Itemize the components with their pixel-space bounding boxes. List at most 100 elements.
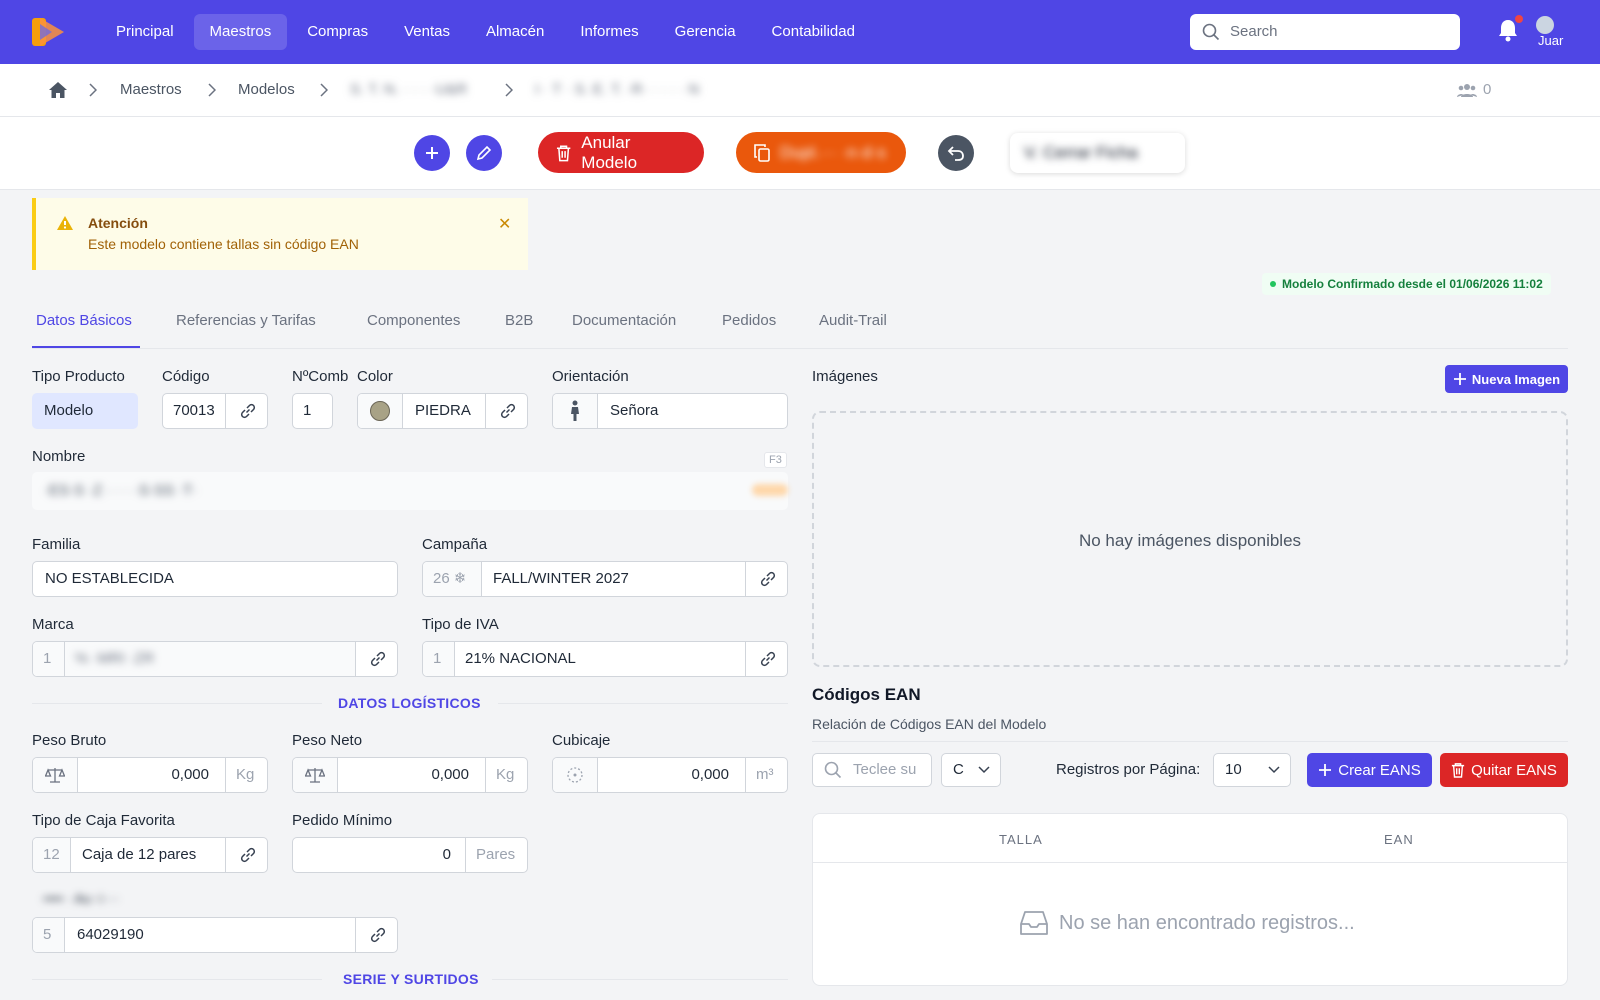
- tab-b2b[interactable]: B2B: [505, 312, 533, 329]
- trash-icon: [556, 145, 571, 161]
- chevron-right-icon: [89, 83, 97, 97]
- main-nav: Principal Maestros Compras Ventas Almacé…: [100, 14, 871, 50]
- pedido-minimo-input[interactable]: 0: [293, 838, 461, 872]
- marca-code: 1: [33, 642, 65, 676]
- link-icon: [500, 403, 515, 419]
- iva-code: 1: [423, 642, 455, 676]
- arancel-link-button[interactable]: [355, 918, 397, 952]
- marca-input[interactable]: % ·MRI ·ZR: [65, 642, 355, 676]
- nav-almacen[interactable]: Almacén: [470, 14, 560, 50]
- nav-compras[interactable]: Compras: [291, 14, 384, 50]
- link-icon: [370, 927, 385, 943]
- table-header-divider: [813, 862, 1567, 863]
- tipo-producto-select[interactable]: Modelo: [32, 393, 138, 429]
- per-page-select[interactable]: 10: [1213, 753, 1291, 787]
- add-button[interactable]: [414, 135, 450, 171]
- tab-datos-basicos[interactable]: Datos Básicos: [36, 312, 132, 329]
- color-swatch-button[interactable]: [358, 394, 403, 428]
- cubicaje-input[interactable]: 0,000: [599, 758, 739, 792]
- empty-state: No se han encontrado registros...: [1019, 910, 1355, 936]
- familia-label: Familia: [32, 536, 81, 553]
- datos-logisticos-heading: DATOS LOGÍSTICOS: [338, 695, 481, 711]
- breadcrumb-maestros[interactable]: Maestros: [120, 81, 182, 98]
- tab-documentacion[interactable]: Documentación: [572, 312, 676, 329]
- close-icon[interactable]: ✕: [498, 214, 511, 234]
- peso-bruto-input[interactable]: 0,000: [79, 758, 219, 792]
- codigo-link-button[interactable]: [225, 394, 267, 428]
- nueva-imagen-label: Nueva Imagen: [1471, 371, 1561, 387]
- ean-search-placeholder: Teclee su: [853, 761, 917, 778]
- orientacion-icon-cell: [553, 394, 598, 428]
- iva-input[interactable]: 21% NACIONAL: [455, 642, 586, 676]
- global-search-input[interactable]: Search: [1190, 14, 1460, 50]
- column-header-talla[interactable]: TALLA: [999, 832, 1043, 847]
- peso-bruto-unit: Kg: [225, 758, 267, 792]
- nav-ventas[interactable]: Ventas: [388, 14, 466, 50]
- extra-action-button[interactable]: V. Cerrar Ficha: [1010, 133, 1185, 173]
- iva-link-button[interactable]: [745, 642, 787, 676]
- breadcrumb-modelos[interactable]: Modelos: [238, 81, 295, 98]
- duplicate-button[interactable]: Dupl.··· ·n·d·s: [736, 132, 906, 173]
- section-divider: [498, 703, 788, 704]
- ean-warning-alert: Atención Este modelo contiene tallas sin…: [32, 198, 528, 270]
- nueva-imagen-button[interactable]: Nueva Imagen: [1445, 365, 1568, 393]
- tab-componentes[interactable]: Componentes: [367, 312, 460, 329]
- image-dropzone[interactable]: No hay imágenes disponibles: [812, 411, 1568, 667]
- orientacion-label: Orientación: [552, 368, 629, 385]
- scale-icon: [305, 768, 325, 783]
- woman-icon: [571, 400, 579, 421]
- nombre-input[interactable]: ·ES·S ·Z · · · ·S·SS ·T·: [32, 472, 788, 510]
- tab-pedidos[interactable]: Pedidos: [722, 312, 776, 329]
- anular-modelo-button[interactable]: Anular Modelo: [538, 132, 704, 173]
- section-divider: [812, 741, 1568, 742]
- avatar-alt-text: Juar: [1538, 33, 1564, 48]
- tab-audit-trail[interactable]: Audit-Trail: [819, 312, 887, 329]
- color-swatch: [370, 401, 390, 421]
- nav-maestros[interactable]: Maestros: [193, 14, 288, 50]
- nav-informes[interactable]: Informes: [564, 14, 654, 50]
- crear-eans-button[interactable]: Crear EANS: [1307, 753, 1432, 787]
- quitar-eans-button[interactable]: Quitar EANS: [1440, 753, 1568, 787]
- active-tab-indicator: [32, 346, 140, 348]
- breadcrumb-modelo-grupo[interactable]: S. T. N. · · · ·U&R: [350, 81, 467, 98]
- search-icon: [824, 761, 842, 779]
- online-users-count: 0: [1483, 81, 1492, 98]
- codigo-field: 70013: [162, 393, 268, 429]
- user-avatar[interactable]: Juar: [1532, 14, 1570, 50]
- nav-contabilidad[interactable]: Contabilidad: [756, 14, 871, 50]
- pedido-minimo-field: 0 Pares: [292, 837, 528, 873]
- duplicate-label: Dupl.··· ·n·d·s: [780, 142, 886, 162]
- back-button[interactable]: [938, 135, 974, 171]
- arancel-input[interactable]: 64029190: [67, 918, 154, 952]
- familia-select[interactable]: NO ESTABLECIDA: [32, 561, 398, 597]
- per-page-value: 10: [1225, 761, 1242, 778]
- edit-button[interactable]: [466, 135, 502, 171]
- chevron-right-icon: [320, 83, 328, 97]
- caja-link-button[interactable]: [225, 838, 267, 872]
- app-logo[interactable]: [30, 16, 66, 48]
- record-toolbar: Anular Modelo Dupl.··· ·n·d·s V. Cerrar …: [0, 117, 1600, 190]
- scale-icon-cell: [33, 758, 78, 792]
- marca-link-button[interactable]: [355, 642, 397, 676]
- link-icon: [760, 571, 775, 587]
- column-header-ean[interactable]: EAN: [1384, 832, 1414, 847]
- campana-link-button[interactable]: [745, 562, 787, 596]
- peso-neto-input[interactable]: 0,000: [339, 758, 479, 792]
- orientacion-field[interactable]: Señora: [552, 393, 788, 429]
- caja-label: Tipo de Caja Favorita: [32, 812, 175, 829]
- campana-input[interactable]: FALL/WINTER 2027: [483, 562, 639, 596]
- caja-input[interactable]: Caja de 12 pares: [72, 838, 206, 872]
- online-users[interactable]: 0: [1457, 81, 1491, 98]
- codigo-input[interactable]: 70013: [163, 394, 225, 428]
- nav-gerencia[interactable]: Gerencia: [659, 14, 752, 50]
- search-placeholder: Search: [1230, 23, 1278, 40]
- ean-filter-select[interactable]: C: [941, 753, 1001, 787]
- ean-search-input[interactable]: Teclee su: [812, 753, 932, 787]
- nav-principal[interactable]: Principal: [100, 14, 190, 50]
- color-link-button[interactable]: [485, 394, 527, 428]
- tab-referencias-tarifas[interactable]: Referencias y Tarifas: [176, 312, 316, 329]
- plus-icon: [1453, 373, 1466, 385]
- color-input[interactable]: PIEDRA: [405, 394, 481, 428]
- ncomb-input[interactable]: 1: [292, 393, 333, 429]
- home-icon[interactable]: [48, 81, 68, 99]
